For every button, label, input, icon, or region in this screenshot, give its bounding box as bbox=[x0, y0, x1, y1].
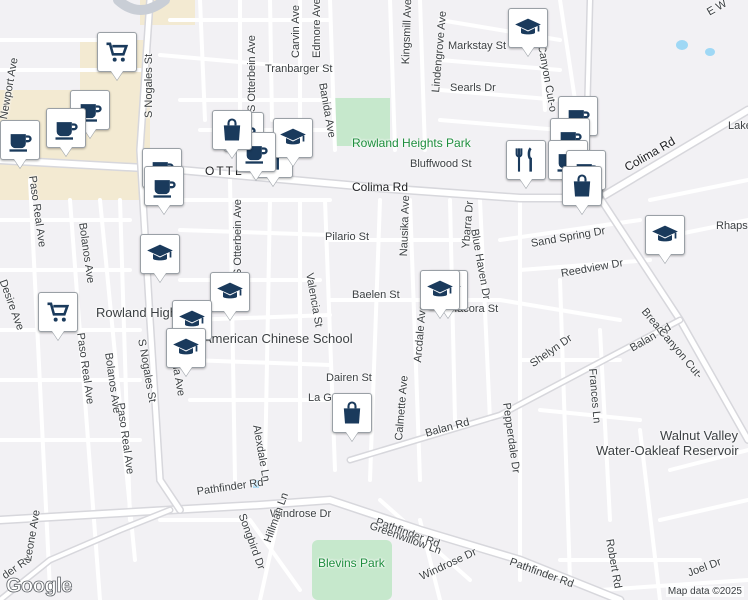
street-label-bluffwood-st: Bluffwood St bbox=[410, 158, 472, 170]
graduation-cap-icon bbox=[509, 9, 547, 47]
map-marker[interactable] bbox=[332, 393, 372, 433]
map-marker[interactable] bbox=[38, 292, 78, 332]
shopping-cart-icon bbox=[39, 293, 77, 331]
graduation-cap-icon bbox=[421, 271, 459, 309]
poi-label-blevins-park[interactable]: Blevins Park bbox=[318, 556, 385, 570]
blevins-park-area bbox=[312, 540, 392, 600]
poi-label-rowland-high[interactable]: Rowland High bbox=[96, 305, 177, 320]
map-marker[interactable] bbox=[508, 8, 548, 48]
street-label-nausika-ave: Nausika Ave bbox=[398, 195, 413, 257]
street-label-baelen-st: Baelen St bbox=[352, 289, 400, 301]
street-label-searls-dr: Searls Dr bbox=[450, 82, 496, 94]
map-marker[interactable] bbox=[562, 166, 602, 206]
map-marker[interactable] bbox=[166, 328, 206, 368]
map-marker[interactable] bbox=[140, 234, 180, 274]
map-marker[interactable] bbox=[46, 108, 86, 148]
street-label-tranbarger-st: Tranbarger St bbox=[265, 63, 333, 75]
street-label-colima-rd: Colima Rd bbox=[352, 180, 409, 194]
poi-label-rowland-heights-park[interactable]: Rowland Heights Park bbox=[352, 136, 471, 150]
shopping-cart-icon bbox=[98, 33, 136, 71]
poi-label-walnut-valley[interactable]: Walnut Valley bbox=[660, 428, 738, 443]
map-canvas[interactable]: Colima Rd Colima Rd OTTL S Nogales St S … bbox=[0, 0, 748, 600]
poi-label-water-oakleaf-reservoir[interactable]: Water-Oakleaf Reservoir bbox=[596, 443, 739, 458]
water-area bbox=[676, 40, 688, 50]
map-marker[interactable] bbox=[420, 270, 460, 310]
street-label-edmore-ave: Edmore Ave bbox=[311, 0, 323, 58]
restaurant-icon bbox=[507, 141, 545, 179]
street-label-rhaps: Rhaps bbox=[716, 220, 748, 232]
street-label-kingsmill-ave: Kingsmill Ave bbox=[400, 0, 415, 65]
map-attribution: Map data ©2025 bbox=[665, 586, 744, 597]
graduation-cap-icon bbox=[211, 273, 249, 311]
street-label-s-nogales-st: S Nogales St bbox=[143, 53, 155, 118]
map-marker[interactable] bbox=[212, 110, 252, 150]
map-marker[interactable] bbox=[0, 120, 40, 160]
coffee-cup-icon bbox=[145, 167, 183, 205]
water-area bbox=[705, 48, 715, 56]
map-marker[interactable] bbox=[97, 32, 137, 72]
street-label-carvin-ave: Carvin Ave bbox=[290, 5, 302, 58]
shopping-bag-icon bbox=[563, 167, 601, 205]
google-logo: Google bbox=[6, 575, 73, 598]
street-label-s-otterbein-ave: S Otterbein Ave bbox=[246, 35, 258, 112]
graduation-cap-icon bbox=[141, 235, 179, 273]
coffee-cup-icon bbox=[47, 109, 85, 147]
map-marker[interactable] bbox=[273, 118, 313, 158]
street-label-pilario-st: Pilario St bbox=[325, 231, 370, 243]
coffee-cup-icon bbox=[1, 121, 39, 159]
street-label-s-otterbein-ave: S Otterbein Ave bbox=[232, 199, 244, 276]
map-marker[interactable] bbox=[645, 215, 685, 255]
street-label-lake: Lake bbox=[728, 120, 748, 132]
poi-label-american-chinese-school[interactable]: American Chinese School bbox=[203, 331, 353, 346]
map-marker[interactable] bbox=[506, 140, 546, 180]
shopping-bag-icon bbox=[213, 111, 251, 149]
street-label-dairen-st: Dairen St bbox=[326, 372, 372, 384]
map-marker[interactable] bbox=[144, 166, 184, 206]
map-marker[interactable] bbox=[210, 272, 250, 312]
shopping-bag-icon bbox=[333, 394, 371, 432]
graduation-cap-icon bbox=[167, 329, 205, 367]
graduation-cap-icon bbox=[646, 216, 684, 254]
street-label-markstay-st: Markstay St bbox=[448, 40, 507, 52]
graduation-cap-icon bbox=[274, 119, 312, 157]
